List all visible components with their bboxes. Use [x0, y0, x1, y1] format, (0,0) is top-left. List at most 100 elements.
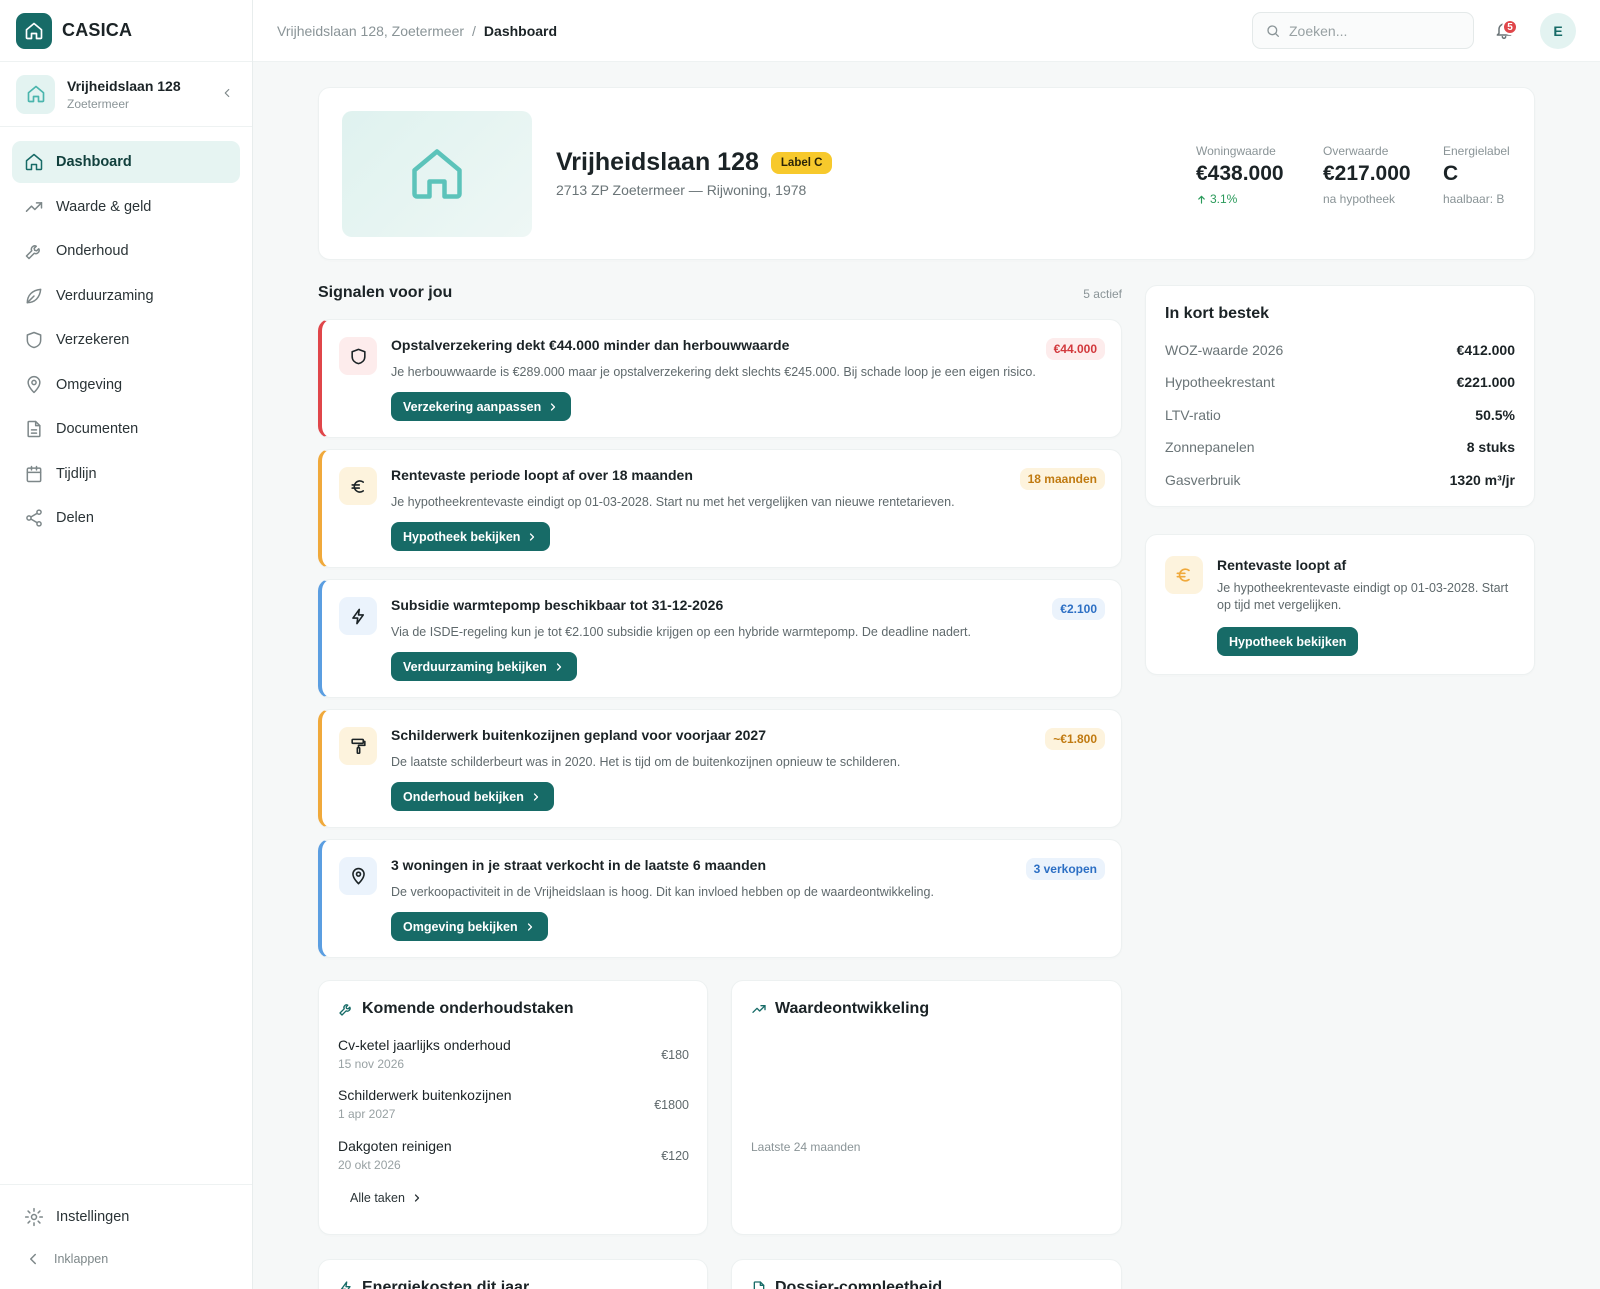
summary-row: Hypotheekrestant €221.000	[1165, 374, 1515, 390]
summary-row: WOZ-waarde 2026 €412.000	[1165, 342, 1515, 358]
stat-energielabel: Energielabel C haalbaar: B	[1443, 144, 1510, 206]
property-switcher[interactable]: Vrijheidslaan 128 Zoetermeer	[0, 62, 252, 127]
signals-count: 5 actief	[1083, 287, 1122, 301]
nav-item-verzekeren[interactable]: Verzekeren	[12, 319, 240, 361]
omgeving-bekijken-button[interactable]: Omgeving bekijken	[391, 912, 548, 941]
nav-label: Verduurzaming	[56, 287, 154, 304]
rente-text: Je hypotheekrentevaste eindigt op 01-03-…	[1217, 581, 1509, 612]
chevron-right-icon	[533, 792, 538, 801]
value-development-header: Waardeontwikkeling	[751, 1000, 929, 1018]
property-avatar	[16, 74, 55, 114]
calendar-icon	[26, 465, 42, 482]
signal-card: 3 woningen in je straat verkocht in de l…	[318, 839, 1122, 958]
signal-card: Rentevaste periode loopt af over 18 maan…	[318, 449, 1122, 568]
value-development-card: Waardeontwikkeling Laatste 24 maanden	[731, 980, 1122, 1235]
task-item[interactable]: Schilderwerk buitenkozijnen 1 apr 2027 €…	[338, 1087, 689, 1121]
stat-label: Overwaarde	[1323, 144, 1389, 158]
signals-title: Signalen voor jou	[318, 284, 453, 301]
onderhoud-bekijken-button[interactable]: Onderhoud bekijken	[391, 782, 554, 811]
nav-item-dashboard[interactable]: Dashboard	[12, 141, 240, 183]
task-item[interactable]: Dakgoten reinigen 20 okt 2026 €120	[338, 1138, 689, 1172]
signal-badge: €44.000	[1045, 338, 1105, 360]
user-avatar[interactable]: E	[1540, 13, 1576, 49]
button-label: Omgeving bekijken	[403, 919, 518, 934]
signal-title: Schilderwerk buitenkozijnen gepland voor…	[391, 727, 766, 743]
maintenance-title: Komende onderhoudstaken	[362, 1000, 574, 1017]
nav-item-waarde-geld[interactable]: Waarde & geld	[12, 186, 240, 228]
signal-card: Subsidie warmtepomp beschikbaar tot 31-1…	[318, 579, 1122, 698]
chevron-right-icon	[551, 402, 556, 411]
breadcrumb-property[interactable]: Vrijheidslaan 128, Zoetermeer	[277, 23, 464, 39]
hypotheek-bekijken-button[interactable]: Hypotheek bekijken	[391, 522, 551, 551]
signal-title: Subsidie warmtepomp beschikbaar tot 31-1…	[391, 597, 724, 613]
map-pin-icon	[27, 375, 41, 393]
brand[interactable]: CASICA	[0, 0, 252, 62]
signal-text: De verkoopactiviteit in de Vrijheidslaan…	[391, 885, 934, 899]
stat-sub: haalbaar: B	[1443, 192, 1505, 206]
task-name: Cv-ketel jaarlijks onderhoud	[338, 1037, 511, 1053]
summary-row: Zonnepanelen 8 stuks	[1165, 439, 1515, 455]
property-image	[342, 111, 532, 237]
wrench-icon	[339, 1004, 351, 1016]
signal-text: Via de ISDE-regeling kun je tot €2.100 s…	[391, 625, 971, 639]
nav-label: Verzekeren	[56, 332, 130, 348]
arrow-up-icon	[1198, 195, 1205, 204]
nav-item-verduurzaming[interactable]: Verduurzaming	[12, 275, 240, 317]
stat-value: €438.000	[1196, 162, 1284, 185]
nav-item-tijdlijn[interactable]: Tijdlijn	[12, 453, 240, 495]
value-development-title: Waardeontwikkeling	[775, 1000, 930, 1017]
signal-badge: €2.100	[1052, 598, 1105, 620]
task-name: Dakgoten reinigen	[338, 1138, 452, 1154]
summary-value: €412.000	[1456, 342, 1515, 358]
signal-card: Opstalverzekering dekt €44.000 minder da…	[318, 319, 1122, 438]
brand-logo	[16, 12, 52, 49]
chevron-left-icon	[30, 1253, 36, 1265]
signal-icon-wrap	[339, 337, 377, 375]
chevron-left-icon[interactable]	[220, 86, 234, 100]
energy-costs-header: Energiekosten dit jaar	[338, 1279, 529, 1289]
search-box[interactable]	[1252, 12, 1474, 49]
verzekering-aanpassen-button[interactable]: Verzekering aanpassen	[391, 392, 572, 421]
map-pin-icon	[351, 867, 365, 884]
energy-label-badge: Label C	[770, 151, 833, 174]
shield-icon	[26, 331, 42, 349]
summary-key: WOZ-waarde 2026	[1165, 342, 1284, 358]
euro-icon	[350, 479, 364, 493]
nav-item-delen[interactable]: Delen	[12, 497, 240, 539]
verduurzaming-bekijken-button[interactable]: Verduurzaming bekijken	[391, 652, 577, 681]
dossier-title: Dossier-compleetheid	[775, 1279, 943, 1289]
trending-up-icon	[25, 201, 43, 212]
stat-overwaarde: Overwaarde €217.000 na hypotheek	[1323, 144, 1411, 206]
stat-value: €217.000	[1323, 162, 1411, 185]
nav-item-documenten[interactable]: Documenten	[12, 408, 240, 450]
rente-icon-wrap	[1165, 556, 1203, 594]
search-input[interactable]	[1289, 22, 1459, 39]
collapse-sidebar-button[interactable]: Inklappen	[12, 1239, 240, 1279]
signal-badge: 18 maanden	[1019, 468, 1105, 490]
stat-sub: na hypotheek	[1323, 192, 1396, 206]
signal-text: De laatste schilderbeurt was in 2020. He…	[391, 755, 901, 769]
nav-item-omgeving[interactable]: Omgeving	[12, 364, 240, 406]
maintenance-header: Komende onderhoudstaken	[338, 1000, 574, 1018]
chevron-right-icon	[556, 662, 561, 671]
home-icon	[412, 149, 462, 199]
task-item[interactable]: Cv-ketel jaarlijks onderhoud 15 nov 2026…	[338, 1037, 689, 1071]
nav-label: Omgeving	[56, 376, 123, 393]
rente-hypotheek-bekijken-button[interactable]: Hypotheek bekijken	[1217, 627, 1359, 656]
task-cost: €180	[661, 1048, 689, 1062]
nav-label: Documenten	[56, 421, 139, 437]
summary-value: 8 stuks	[1466, 439, 1515, 455]
settings-link[interactable]: Instellingen	[12, 1195, 240, 1239]
task-date: 20 okt 2026	[338, 1158, 401, 1172]
gear-icon	[24, 1207, 44, 1227]
summary-key: Hypotheekrestant	[1165, 374, 1275, 390]
property-title-row: Vrijheidslaan 128 Label C	[556, 148, 833, 177]
topbar: Vrijheidslaan 128, Zoetermeer / Dashboar…	[253, 0, 1600, 62]
all-tasks-link[interactable]: Alle taken	[350, 1191, 423, 1205]
nav-item-onderhoud[interactable]: Onderhoud	[12, 230, 240, 272]
nav-label: Onderhoud	[56, 243, 129, 259]
stat-value: C	[1443, 162, 1459, 185]
sidebar-footer: Instellingen Inklappen	[0, 1184, 252, 1289]
sidebar: CASICA Vrijheidslaan 128 Zoetermeer Dash…	[0, 0, 253, 1289]
main-nav: Dashboard Waarde & geld Onderhoud Verduu…	[0, 127, 252, 539]
